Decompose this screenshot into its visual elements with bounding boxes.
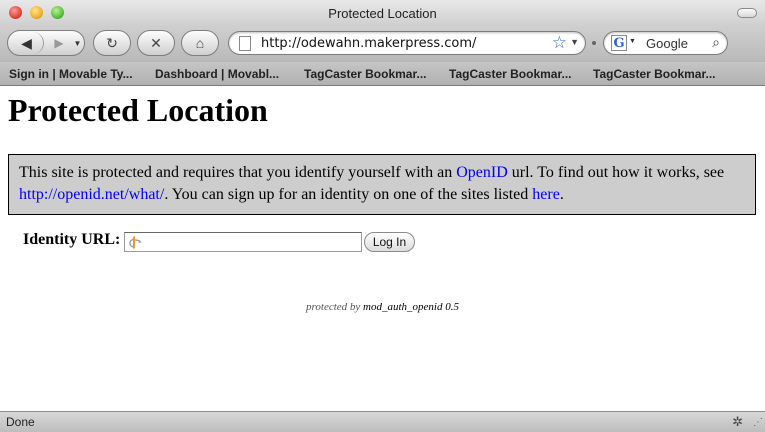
bug-icon[interactable]: ✲ xyxy=(732,414,743,430)
page-title: Protected Location xyxy=(8,92,268,128)
url-input[interactable]: http://odewahn.makerpress.com/ xyxy=(261,36,476,51)
page-content: Protected Location This site is protecte… xyxy=(0,87,765,411)
bookmarks-bar: Sign in | Movable Ty... Dashboard | Mova… xyxy=(0,62,765,86)
bookmark-item[interactable]: Sign in | Movable Ty... xyxy=(9,67,133,81)
window-titlebar: Protected Location xyxy=(0,0,765,26)
search-input[interactable]: Google xyxy=(646,36,688,51)
protection-notice: This site is protected and requires that… xyxy=(8,154,756,215)
history-dropdown-button[interactable]: ▼ xyxy=(71,32,84,54)
bookmark-item[interactable]: Dashboard | Movabl... xyxy=(155,67,279,81)
toolbar-separator xyxy=(592,41,596,45)
forward-arrow-icon: ▶ xyxy=(54,36,64,50)
forward-button[interactable]: ▶ xyxy=(48,32,70,54)
reload-icon: ↻ xyxy=(106,34,118,51)
resize-grip-icon[interactable]: ⋰ xyxy=(753,417,763,428)
home-button[interactable]: ⌂ xyxy=(181,30,219,56)
log-in-button[interactable]: Log In xyxy=(364,232,415,252)
back-arrow-icon: ◀ xyxy=(21,34,32,51)
navigation-toolbar: ◀ ▶ ▼ ↻ ✕ ⌂ http://odewahn.makerpress.co… xyxy=(0,26,765,62)
openid-link[interactable]: OpenID xyxy=(456,164,508,181)
stop-button[interactable]: ✕ xyxy=(137,30,175,56)
provider-list-link[interactable]: here xyxy=(532,186,560,203)
bookmark-item[interactable]: TagCaster Bookmar... xyxy=(449,67,571,81)
bookmark-item[interactable]: TagCaster Bookmar... xyxy=(304,67,426,81)
page-icon xyxy=(239,36,251,51)
reload-button[interactable]: ↻ xyxy=(93,30,131,56)
bookmark-item[interactable]: TagCaster Bookmar... xyxy=(593,67,715,81)
status-bar: Done ✲ ⋰ xyxy=(0,411,765,432)
status-text: Done xyxy=(6,415,35,429)
google-icon[interactable]: G xyxy=(611,35,627,51)
chevron-down-icon[interactable]: ▼ xyxy=(629,38,636,45)
openid-logo-icon xyxy=(129,236,142,249)
openid-what-link[interactable]: http://openid.net/what/ xyxy=(19,186,164,203)
url-dropdown-icon[interactable]: ▼ xyxy=(570,37,579,47)
address-bar[interactable]: http://odewahn.makerpress.com/ ☆ ▼ xyxy=(228,31,586,55)
notice-text: url. To find out how it works, see xyxy=(507,164,725,181)
home-icon: ⌂ xyxy=(195,35,205,51)
chevron-down-icon: ▼ xyxy=(73,38,82,48)
magnifier-icon[interactable]: ⌕ xyxy=(712,34,720,51)
back-button[interactable]: ◀ xyxy=(10,32,44,54)
history-nav-group: ◀ ▶ ▼ xyxy=(7,30,85,56)
identity-url-field[interactable] xyxy=(124,232,362,252)
notice-text: . You can sign up for an identity on one… xyxy=(164,186,533,203)
notice-text: . xyxy=(559,186,564,203)
search-bar[interactable]: G ▼ Google ⌕ xyxy=(603,31,728,55)
star-icon[interactable]: ☆ xyxy=(552,33,567,53)
footer-note: protected by mod_auth_openid 0.5 xyxy=(0,301,765,313)
footer-module-name: mod_auth_openid 0.5 xyxy=(363,301,459,313)
window-title: Protected Location xyxy=(328,6,437,21)
stop-icon: ✕ xyxy=(150,34,162,51)
identity-url-label: Identity URL: xyxy=(23,231,121,248)
notice-text: This site is protected and requires that… xyxy=(19,164,457,181)
toolbar-toggle-button[interactable] xyxy=(737,8,757,18)
footer-prefix: protected by xyxy=(306,301,364,313)
